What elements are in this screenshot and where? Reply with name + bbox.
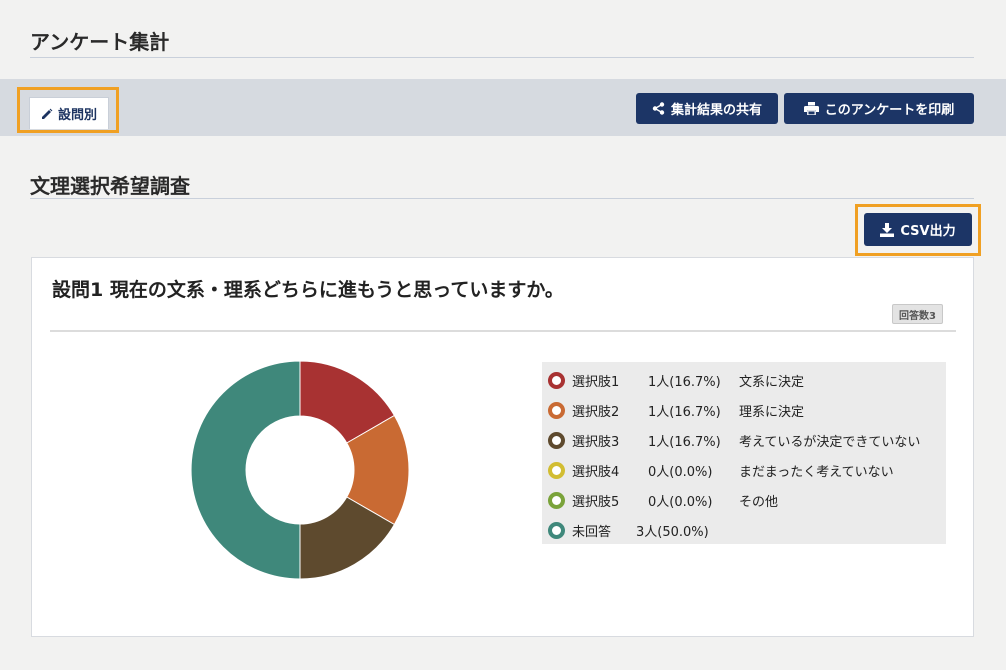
legend-item: 選択肢4 0人(0.0%) まだまったく考えていない xyxy=(542,455,946,485)
donut-slice-6 xyxy=(190,360,301,580)
legend-count: 3人(50.0%) xyxy=(636,524,709,540)
legend-swatch xyxy=(548,461,565,479)
legend-label: 選択肢1 xyxy=(572,374,620,390)
survey-title: 文理選択希望調査 xyxy=(30,174,190,198)
print-survey-label: このアンケートを印刷 xyxy=(824,103,955,118)
csv-highlight: CSV出力 xyxy=(855,204,981,256)
donut-chart xyxy=(190,360,410,580)
question-title: 設問1 現在の文系・理系どちらに進もうと思っていますか。 xyxy=(52,279,564,301)
legend-item: 選択肢2 1人(16.7%) 理系に決定 xyxy=(542,395,946,425)
download-icon xyxy=(880,222,895,237)
pencil-icon xyxy=(41,108,53,119)
page-title: アンケート集計 xyxy=(30,30,170,54)
legend-text: その他 xyxy=(739,494,779,510)
legend-count: 1人(16.7%) xyxy=(648,404,721,420)
legend-label: 選択肢4 xyxy=(572,464,620,480)
legend-swatch xyxy=(548,431,565,449)
legend-count: 0人(0.0%) xyxy=(648,464,713,480)
legend-swatch xyxy=(548,521,565,539)
question-divider xyxy=(50,330,956,332)
printer-icon xyxy=(803,102,819,115)
csv-export-label: CSV出力 xyxy=(900,224,956,239)
legend-count: 1人(16.7%) xyxy=(648,374,721,390)
share-results-label: 集計結果の共有 xyxy=(670,103,762,118)
csv-export-button[interactable]: CSV出力 xyxy=(864,213,972,246)
chart-legend: 選択肢1 1人(16.7%) 文系に決定 選択肢2 1人(16.7%) 理系に決… xyxy=(542,362,946,544)
legend-label: 選択肢3 xyxy=(572,434,620,450)
tab-highlight: 設問別 xyxy=(17,87,119,133)
legend-label: 選択肢5 xyxy=(572,494,620,510)
response-count-badge: 回答数3 xyxy=(892,304,943,324)
legend-swatch xyxy=(548,371,565,389)
legend-text: 文系に決定 xyxy=(739,374,805,390)
share-results-button[interactable]: 集計結果の共有 xyxy=(636,93,778,124)
title-divider xyxy=(30,57,974,58)
legend-count: 1人(16.7%) xyxy=(648,434,721,450)
legend-text: まだまったく考えていない xyxy=(739,464,894,480)
legend-label: 選択肢2 xyxy=(572,404,620,420)
question-card: 設問1 現在の文系・理系どちらに進もうと思っていますか。 回答数3 選択肢1 1… xyxy=(31,257,974,637)
legend-text: 理系に決定 xyxy=(739,404,805,420)
legend-item: 選択肢3 1人(16.7%) 考えているが決定できていない xyxy=(542,425,946,455)
tab-by-question[interactable]: 設問別 xyxy=(29,97,109,129)
print-survey-button[interactable]: このアンケートを印刷 xyxy=(784,93,974,124)
share-icon xyxy=(652,102,665,115)
legend-swatch xyxy=(548,401,565,419)
legend-item: 選択肢1 1人(16.7%) 文系に決定 xyxy=(542,365,946,395)
legend-swatch xyxy=(548,491,565,509)
legend-label: 未回答 xyxy=(572,524,612,540)
legend-count: 0人(0.0%) xyxy=(648,494,713,510)
legend-item: 未回答 3人(50.0%) xyxy=(542,515,946,545)
legend-item: 選択肢5 0人(0.0%) その他 xyxy=(542,485,946,515)
legend-text: 考えているが決定できていない xyxy=(739,434,921,450)
survey-divider xyxy=(30,198,974,199)
tab-label: 設問別 xyxy=(57,108,97,123)
